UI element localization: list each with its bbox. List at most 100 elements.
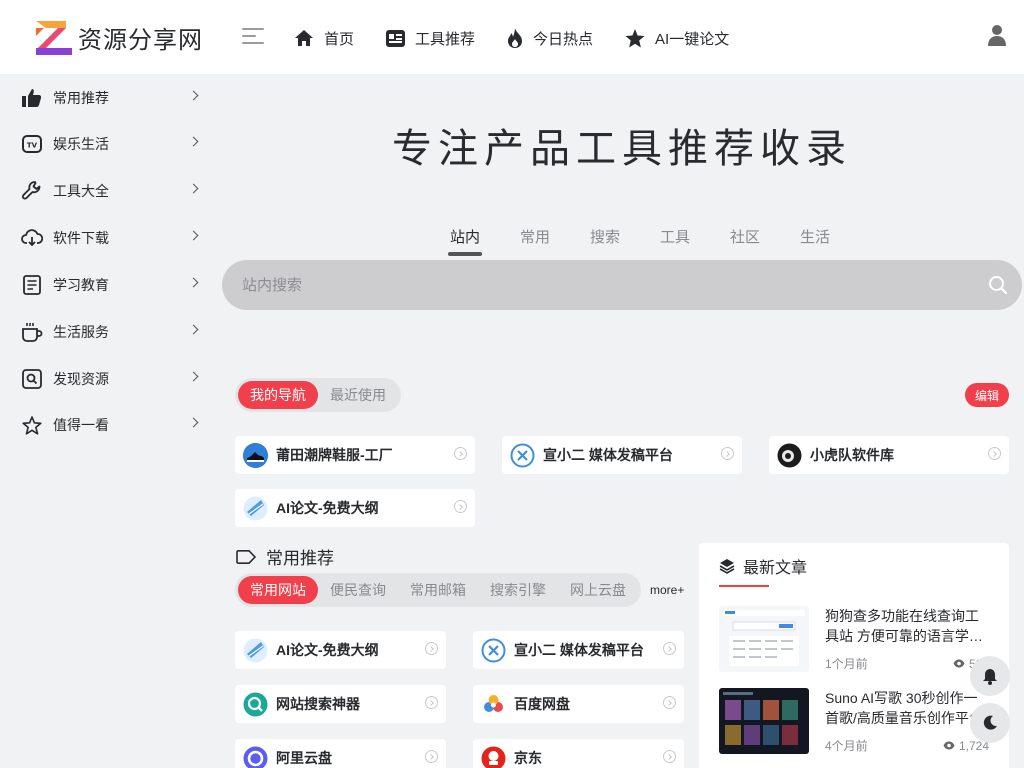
tab-search-engines[interactable]: 搜索引擎 [478, 576, 558, 604]
tab-my-nav[interactable]: 我的导航 [238, 381, 318, 409]
site-card[interactable]: 百度网盘 [473, 685, 684, 723]
tab-public-query[interactable]: 便民查询 [318, 576, 398, 604]
search-tab-community[interactable]: 社区 [710, 226, 780, 256]
notification-bell-icon[interactable] [970, 656, 1010, 696]
nav-hot-label: 今日热点 [533, 30, 594, 48]
site-card[interactable]: 小虎队软件库 [769, 436, 1009, 474]
site-card[interactable]: 莆田潮牌鞋服-工厂 [235, 436, 475, 474]
menu-toggle-icon[interactable] [242, 28, 264, 46]
search-tab-life[interactable]: 生活 [780, 226, 850, 256]
sidebar-item-entertainment[interactable]: TV 娱乐生活 [0, 121, 222, 167]
arrow-right-icon[interactable] [663, 696, 676, 709]
tag-icon [236, 549, 256, 564]
search-tool-icon [243, 692, 268, 717]
search-icon[interactable] [988, 275, 1008, 300]
chevron-right-icon [188, 277, 199, 288]
article-item[interactable]: 狗狗查多功能在线查询工具站 方便可靠的语言学… 1个月前 526 [719, 606, 999, 672]
search-tab-common[interactable]: 常用 [500, 226, 570, 256]
nav-tools[interactable]: 工具推荐 [386, 24, 475, 52]
arrow-right-icon[interactable] [425, 642, 438, 655]
home-icon [295, 30, 313, 46]
tab-email[interactable]: 常用邮箱 [398, 576, 478, 604]
coffee-cup-icon [21, 321, 43, 343]
aliyun-pan-icon [243, 746, 268, 768]
search-tab-site[interactable]: 站内 [430, 226, 500, 256]
site-card[interactable]: AI论文-免费大纲 [235, 631, 446, 669]
site-card[interactable]: 网站搜索神器 [235, 685, 446, 723]
site-card[interactable]: 京东 [473, 739, 684, 768]
arrow-right-icon[interactable] [721, 447, 734, 460]
site-card[interactable]: AI论文-免费大纲 [235, 489, 475, 527]
tv-icon: TV [21, 133, 43, 155]
article-meta: 4个月前 1,724 [825, 737, 989, 754]
eye-icon [943, 741, 955, 750]
top-header: 资源分享网 首页 工具推荐 今日热点 AI一键论文 [0, 0, 1024, 74]
arrow-right-icon[interactable] [425, 750, 438, 763]
arrow-right-icon[interactable] [988, 447, 1001, 460]
site-card[interactable]: 宣小二 媒体发稿平台 [502, 436, 742, 474]
nav-tools-label: 工具推荐 [415, 30, 476, 48]
article-title[interactable]: 狗狗查多功能在线查询工具站 方便可靠的语言学… [825, 606, 989, 646]
sidebar-item-tools[interactable]: 工具大全 [0, 168, 222, 214]
sidebar-item-label: 生活服务 [53, 324, 109, 340]
sidebar-item-label: 软件下载 [53, 230, 109, 246]
search-tab-tools[interactable]: 工具 [640, 226, 710, 256]
arrow-right-icon[interactable] [425, 696, 438, 709]
star-icon [625, 28, 645, 47]
tab-cloud-disk[interactable]: 网上云盘 [558, 576, 638, 604]
sidebar-item-worth-seeing[interactable]: 值得一看 [0, 402, 222, 448]
xuan-logo-icon [510, 443, 535, 468]
wrench-icon [21, 180, 43, 202]
sidebar-item-services[interactable]: 生活服务 [0, 309, 222, 355]
chevron-right-icon [188, 90, 199, 101]
site-card[interactable]: 阿里云盘 [235, 739, 446, 768]
latest-articles-panel: 最新文章 狗狗查多功能在线查询工具站 方便可靠的语言学… 1个月前 526 Su… [699, 543, 1009, 768]
site-logo[interactable]: 资源分享网 [36, 20, 203, 55]
jd-icon [481, 746, 506, 768]
site-card-label: 莆田潮牌鞋服-工厂 [276, 447, 393, 463]
ai-paper-icon [243, 638, 268, 663]
section-title: 常用推荐 [236, 544, 334, 569]
more-link[interactable]: more+ [650, 583, 684, 597]
dark-mode-toggle-icon[interactable] [970, 703, 1010, 743]
arrow-right-icon[interactable] [663, 750, 676, 763]
site-card[interactable]: 宣小二 媒体发稿平台 [473, 631, 684, 669]
tab-recent[interactable]: 最近使用 [318, 381, 398, 409]
articles-title: 最新文章 [743, 560, 808, 577]
chevron-right-icon [188, 417, 199, 428]
site-card-label: 宣小二 媒体发稿平台 [543, 447, 673, 463]
article-item[interactable]: Suno AI写歌 30秒创作一首歌/高质量音乐创作平台 4个月前 1,724 [719, 688, 999, 754]
eye-icon [953, 659, 965, 668]
search-tab-search[interactable]: 搜索 [570, 226, 640, 256]
search-tabs: 站内 常用 搜索 工具 社区 生活 [430, 226, 850, 256]
sidebar-item-education[interactable]: 学习教育 [0, 262, 222, 308]
site-card-label: 小虎队软件库 [810, 447, 894, 463]
edit-button[interactable]: 编辑 [965, 383, 1010, 407]
search-box-icon [21, 368, 43, 390]
logo-text: 资源分享网 [78, 27, 203, 54]
article-title[interactable]: Suno AI写歌 30秒创作一首歌/高质量音乐创作平台 [825, 688, 989, 728]
main-content: 专注产品工具推荐收录 站内 常用 搜索 工具 社区 生活 我的导航 最近使用 编… [222, 74, 1024, 768]
sidebar-item-label: 发现资源 [53, 371, 109, 387]
tiger-logo-icon [777, 443, 802, 468]
sidebar-item-label: 工具大全 [53, 183, 109, 199]
site-card-label: 京东 [514, 750, 542, 766]
chevron-right-icon [188, 371, 199, 382]
nav-ai-paper[interactable]: AI一键论文 [625, 24, 729, 52]
user-icon[interactable] [988, 24, 1006, 51]
nav-hot[interactable]: 今日热点 [507, 24, 593, 52]
search-input[interactable] [222, 260, 962, 310]
arrow-right-icon[interactable] [454, 447, 467, 460]
article-meta: 1个月前 526 [825, 655, 989, 672]
arrow-right-icon[interactable] [454, 500, 467, 513]
arrow-right-icon[interactable] [663, 642, 676, 655]
sidebar-item-label: 值得一看 [53, 417, 109, 433]
sidebar-item-recommend[interactable]: 常用推荐 [0, 75, 222, 121]
article-thumbnail [719, 606, 809, 672]
tab-common-sites[interactable]: 常用网站 [238, 576, 318, 604]
logo-z-icon [36, 20, 72, 55]
sidebar-item-discover[interactable]: 发现资源 [0, 356, 222, 402]
site-card-label: AI论文-免费大纲 [276, 642, 379, 658]
nav-home[interactable]: 首页 [294, 24, 354, 52]
sidebar-item-software[interactable]: 软件下载 [0, 215, 222, 261]
